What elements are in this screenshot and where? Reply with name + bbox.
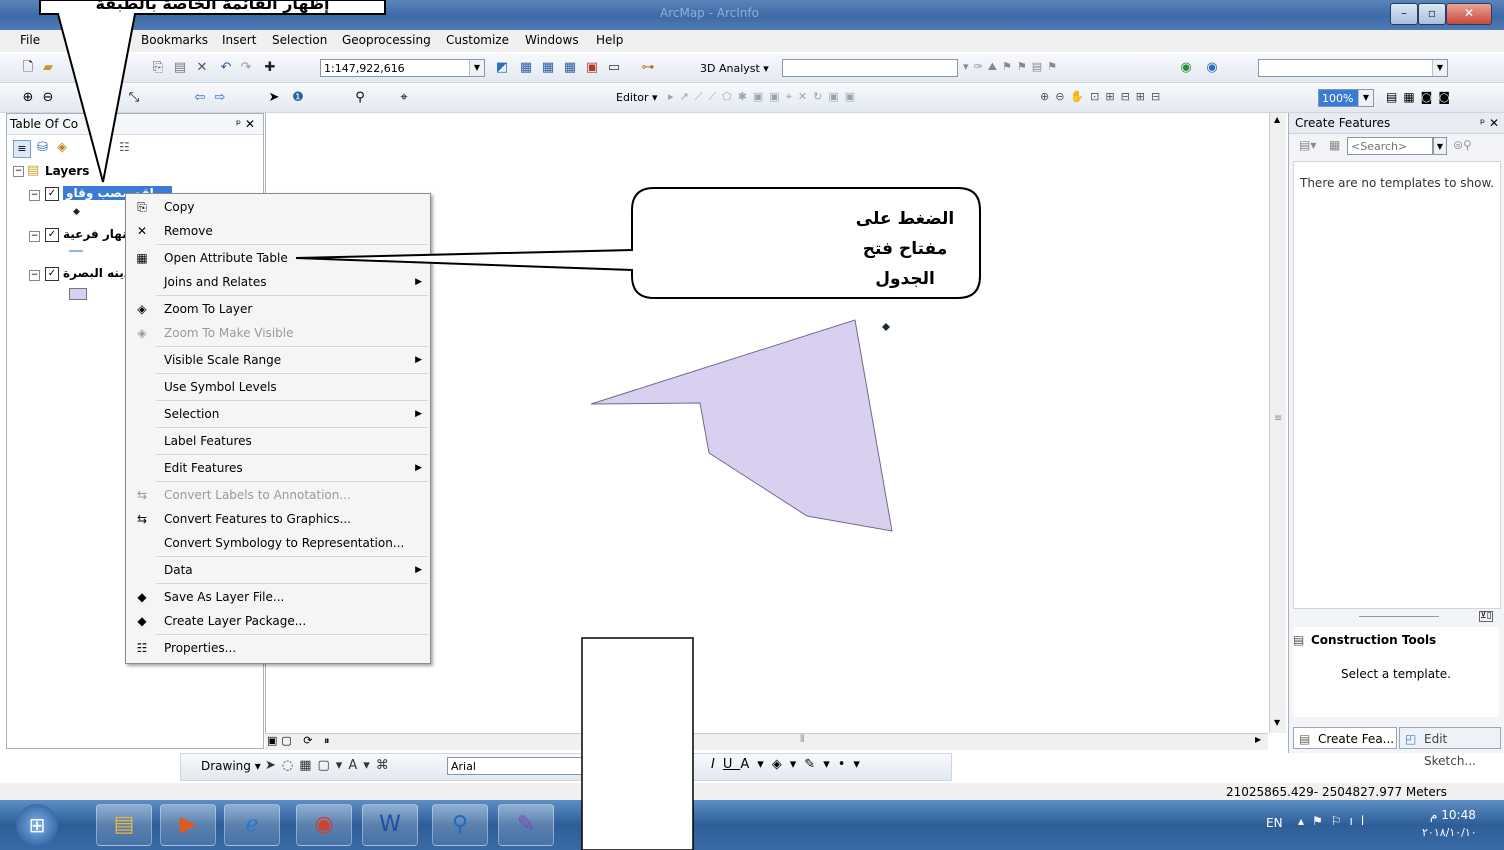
blank-overlay-box	[581, 637, 694, 850]
top-callout-shape	[39, 0, 386, 183]
middle-callout-text: الضغط على مفتاح فتح الجدول	[855, 209, 955, 289]
annotation-overlay	[39, 0, 981, 850]
top-callout-text: إظهار القائمة الخاصة بالطبقة	[95, 0, 330, 13]
